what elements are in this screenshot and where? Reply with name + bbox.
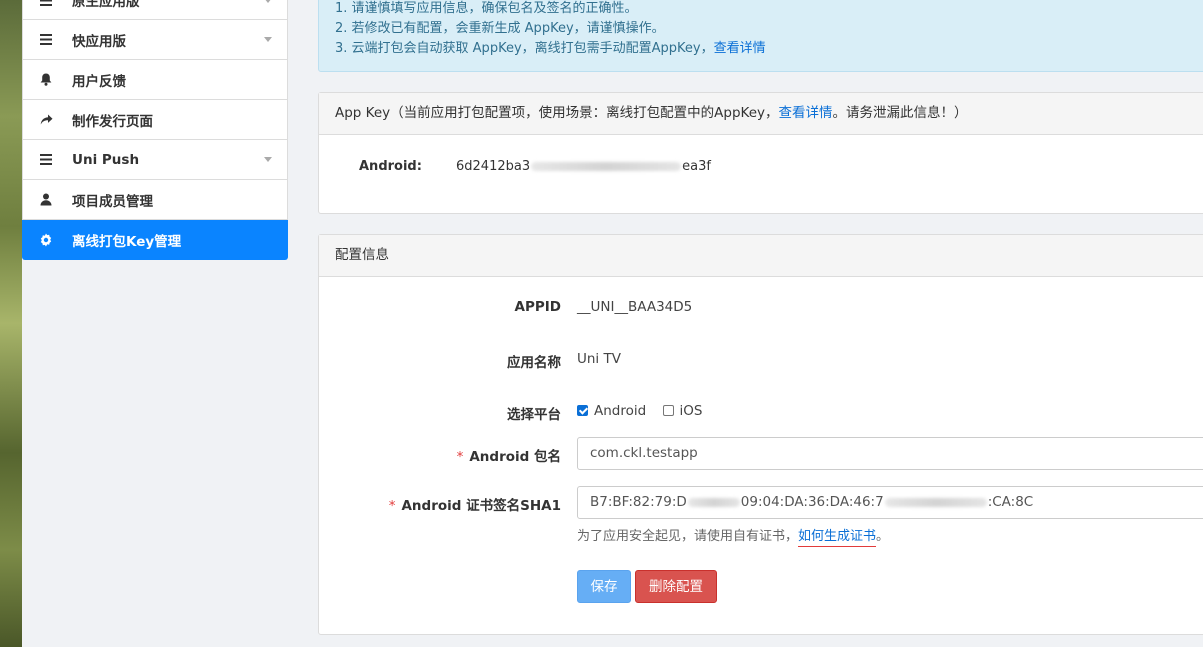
sidebar-item-members[interactable]: 项目成员管理 bbox=[22, 180, 288, 220]
list-icon bbox=[38, 152, 54, 168]
sidebar-item-native-app[interactable]: 原生应用版 bbox=[22, 0, 288, 20]
appkey-panel-title: App Key（当前应用打包配置项，使用场景：离线打包配置中的AppKey，查看… bbox=[319, 93, 1203, 135]
list-icon bbox=[38, 32, 54, 48]
notice-line-text: 3. 云端打包会自动获取 AppKey，离线打包需手动配置AppKey， bbox=[335, 41, 714, 56]
android-checkbox[interactable] bbox=[577, 405, 588, 416]
sha1-input[interactable]: B7:BF:82:79:D 09:04:DA:36:DA:46:7:CA:8C bbox=[577, 486, 1203, 519]
masked-text bbox=[884, 497, 987, 507]
masked-text bbox=[687, 497, 740, 507]
ios-option-label: iOS bbox=[679, 403, 703, 419]
sidebar-item-label: 离线打包Key管理 bbox=[72, 233, 182, 250]
package-name-input[interactable]: com.ckl.testapp bbox=[577, 437, 1203, 470]
sidebar-item-offline-key[interactable]: 离线打包Key管理 bbox=[22, 220, 288, 260]
desktop-wallpaper bbox=[0, 0, 22, 647]
chevron-down-icon bbox=[264, 37, 272, 42]
appkey-panel: App Key（当前应用打包配置项，使用场景：离线打包配置中的AppKey，查看… bbox=[318, 92, 1203, 214]
chevron-down-icon bbox=[264, 0, 272, 3]
sha1-label: * Android 证书签名SHA1 bbox=[388, 498, 561, 514]
appkey-details-link[interactable]: 查看详情 bbox=[779, 105, 833, 121]
sidebar-item-label: 原生应用版 bbox=[72, 0, 140, 10]
sidebar-item-feedback[interactable]: 用户反馈 bbox=[22, 60, 288, 100]
required-mark: * bbox=[388, 498, 396, 514]
platform-options: Android iOS bbox=[577, 403, 702, 419]
how-to-generate-cert-link[interactable]: 如何生成证书 bbox=[798, 529, 877, 547]
ios-checkbox[interactable] bbox=[662, 405, 674, 416]
android-option-label: Android bbox=[594, 403, 647, 419]
bell-icon bbox=[38, 72, 54, 88]
view-details-link[interactable]: 查看详情 bbox=[714, 41, 766, 56]
sidebar-item-label: 快应用版 bbox=[72, 33, 126, 50]
notice-line: 2. 若修改已有配置，会重新生成 AppKey，请谨慎操作。 bbox=[335, 21, 665, 36]
notice-box: 1. 请谨慎填写应用信息，确保包名及签名的正确性。 2. 若修改已有配置，会重新… bbox=[318, 0, 1203, 72]
platform-label: 选择平台 bbox=[507, 407, 561, 423]
config-panel: 配置信息 APPID __UNI__BAA34D5 应用名称 Uni TV 选择… bbox=[318, 234, 1203, 635]
masked-text bbox=[531, 162, 682, 171]
list-icon bbox=[38, 0, 54, 8]
panel-title-text: 。请务泄漏此信息！） bbox=[832, 105, 968, 121]
chevron-down-icon bbox=[264, 157, 272, 162]
required-mark: * bbox=[456, 449, 464, 465]
appid-label: APPID bbox=[514, 299, 561, 315]
sidebar-item-label: Uni Push bbox=[72, 151, 140, 168]
delete-config-button[interactable]: 删除配置 bbox=[635, 570, 717, 603]
certificate-help: 为了应用安全起见，请使用自有证书，如何生成证书。 bbox=[577, 525, 889, 547]
package-label: * Android 包名 bbox=[456, 449, 561, 465]
android-key-label: Android: bbox=[359, 159, 422, 174]
config-panel-title: 配置信息 bbox=[319, 235, 1203, 277]
user-icon bbox=[38, 192, 54, 208]
sidebar-item-release-page[interactable]: 制作发行页面 bbox=[22, 100, 288, 140]
sidebar-menu: 原生应用版 快应用版 用户反馈 制作发行页面 Uni Push 项目成员管理 离… bbox=[22, 0, 288, 260]
sidebar-item-uni-push[interactable]: Uni Push bbox=[22, 140, 288, 180]
main-content: 1. 请谨慎填写应用信息，确保包名及签名的正确性。 2. 若修改已有配置，会重新… bbox=[318, 0, 1203, 647]
sidebar-item-label: 制作发行页面 bbox=[72, 113, 153, 130]
android-key-value: 6d2412ba3 ea3f bbox=[456, 159, 711, 174]
appid-value: __UNI__BAA34D5 bbox=[577, 299, 693, 315]
share-arrow-icon bbox=[38, 112, 54, 128]
sidebar-item-label: 项目成员管理 bbox=[72, 193, 153, 210]
notice-line: 3. 云端打包会自动获取 AppKey，离线打包需手动配置AppKey，查看详情 bbox=[335, 39, 1201, 59]
sidebar-item-label: 用户反馈 bbox=[72, 73, 126, 90]
notice-line: 1. 请谨慎填写应用信息，确保包名及签名的正确性。 bbox=[335, 1, 638, 16]
app-name-label: 应用名称 bbox=[507, 355, 561, 371]
save-button[interactable]: 保存 bbox=[577, 570, 631, 603]
gear-icon bbox=[38, 232, 54, 248]
app-name-value: Uni TV bbox=[577, 351, 621, 367]
sidebar-item-quick-app[interactable]: 快应用版 bbox=[22, 20, 288, 60]
panel-title-text: App Key（当前应用打包配置项，使用场景：离线打包配置中的AppKey， bbox=[335, 105, 779, 121]
